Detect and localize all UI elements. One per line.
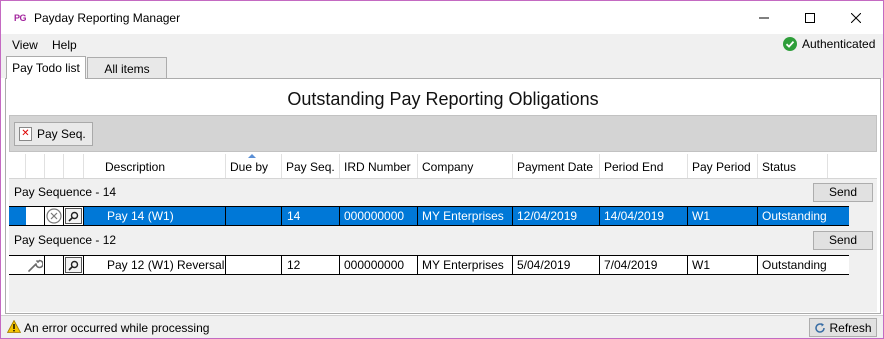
tab-content: Outstanding Pay Reporting Obligations ✕ …: [5, 78, 881, 314]
tab-strip: Pay Todo list All items: [1, 56, 883, 79]
status-bar: An error occurred while processing Refre…: [1, 315, 883, 338]
header-action-col: [26, 154, 45, 178]
cell-company: MY Enterprises: [418, 256, 513, 274]
check-circle-icon: [783, 37, 797, 51]
menu-help[interactable]: Help: [52, 38, 77, 52]
cell-payment-date: 12/04/2019: [513, 207, 600, 225]
group-label: Pay Sequence - 14: [14, 185, 117, 199]
row-action-empty: [45, 256, 64, 274]
cell-description: Pay 12 (W1) Reversal: [84, 256, 226, 274]
cell-pay-seq: 14: [282, 207, 340, 225]
cell-pay-period: W1: [688, 207, 758, 225]
cell-pay-seq: 12: [282, 256, 340, 274]
group-row: Pay Sequence - 12 Send: [9, 227, 877, 253]
tab-pay-todo-list[interactable]: Pay Todo list: [6, 56, 86, 79]
menu-bar: View Help Authenticated: [1, 34, 883, 56]
send-button[interactable]: Send: [813, 231, 873, 250]
status-message: An error occurred while processing: [24, 321, 210, 335]
group-label: Pay Sequence - 12: [14, 233, 117, 247]
column-header-due-by[interactable]: Due by: [226, 154, 282, 178]
cell-ird-number: 000000000: [340, 256, 418, 274]
tab-all-items[interactable]: All items: [87, 57, 167, 78]
cancel-circle-icon: [46, 208, 62, 224]
header-action-col: [45, 154, 64, 178]
group-row: Pay Sequence - 14 Send: [9, 179, 877, 205]
minimize-button[interactable]: [741, 1, 787, 34]
menu-view[interactable]: View: [12, 38, 38, 52]
refresh-button[interactable]: Refresh: [809, 318, 877, 337]
group-chip-label: Pay Seq.: [37, 127, 86, 141]
warning-icon: [7, 320, 21, 333]
column-header-period-end[interactable]: Period End: [600, 154, 688, 178]
obligations-grid: Description Due by Pay Seq. IRD Number C…: [9, 154, 877, 312]
view-details-button[interactable]: [64, 207, 84, 225]
cell-period-end: 14/04/2019: [600, 207, 688, 225]
auth-status: Authenticated: [783, 37, 875, 51]
maximize-button[interactable]: [787, 1, 833, 34]
column-header-description[interactable]: Description: [84, 154, 226, 178]
column-header-due-by-label: Due by: [230, 160, 269, 174]
cell-company: MY Enterprises: [418, 207, 513, 225]
cell-pay-period: W1: [688, 256, 758, 274]
magnifier-icon: [65, 208, 82, 224]
column-header-status[interactable]: Status: [758, 154, 828, 178]
row-gutter: [26, 207, 45, 225]
column-header-company[interactable]: Company: [418, 154, 513, 178]
cell-description: Pay 14 (W1): [84, 207, 226, 225]
cell-period-end: 7/04/2019: [600, 256, 688, 274]
cell-ird-number: 000000000: [340, 207, 418, 225]
send-button[interactable]: Send: [813, 183, 873, 202]
minimize-icon: [759, 17, 769, 18]
window-title: Payday Reporting Manager: [34, 11, 181, 25]
grid-header: Description Due by Pay Seq. IRD Number C…: [9, 154, 877, 179]
column-header-pay-seq[interactable]: Pay Seq.: [282, 154, 340, 178]
table-row[interactable]: Pay 12 (W1) Reversal 12 000000000 MY Ent…: [9, 255, 849, 275]
header-action-col: [64, 154, 84, 178]
view-details-button[interactable]: [64, 256, 84, 274]
column-header-pay-period[interactable]: Pay Period: [688, 154, 758, 178]
auth-label: Authenticated: [802, 37, 876, 51]
reverse-button[interactable]: [26, 256, 45, 274]
table-row[interactable]: Pay 14 (W1) 14 000000000 MY Enterprises …: [9, 206, 849, 226]
maximize-icon: [805, 12, 815, 23]
app-logo: PG: [14, 13, 27, 23]
cell-due-by: [226, 207, 282, 225]
refresh-label: Refresh: [829, 320, 872, 335]
header-spacer: [9, 154, 26, 178]
cancel-button[interactable]: [45, 207, 64, 225]
column-header-ird-number[interactable]: IRD Number: [340, 154, 418, 178]
magnifier-icon: [65, 257, 82, 273]
app-window: PG Payday Reporting Manager View Help Au…: [0, 0, 884, 339]
sort-ascending-icon: [248, 154, 256, 158]
cell-status: Outstanding: [762, 258, 827, 272]
cell-due-by: [226, 256, 282, 274]
column-header-payment-date[interactable]: Payment Date: [513, 154, 600, 178]
refresh-icon: [815, 322, 826, 333]
cell-payment-date: 5/04/2019: [513, 256, 600, 274]
cell-status: Outstanding: [762, 209, 827, 223]
page-title: Outstanding Pay Reporting Obligations: [287, 89, 599, 109]
remove-group-icon[interactable]: ✕: [19, 127, 32, 141]
group-by-panel: ✕ Pay Seq.: [9, 115, 877, 152]
wrench-icon: [28, 259, 43, 272]
group-chip-pay-seq[interactable]: ✕ Pay Seq.: [14, 122, 93, 146]
close-button[interactable]: [833, 1, 879, 34]
title-bar: PG Payday Reporting Manager: [1, 1, 883, 34]
close-icon: [851, 12, 861, 23]
